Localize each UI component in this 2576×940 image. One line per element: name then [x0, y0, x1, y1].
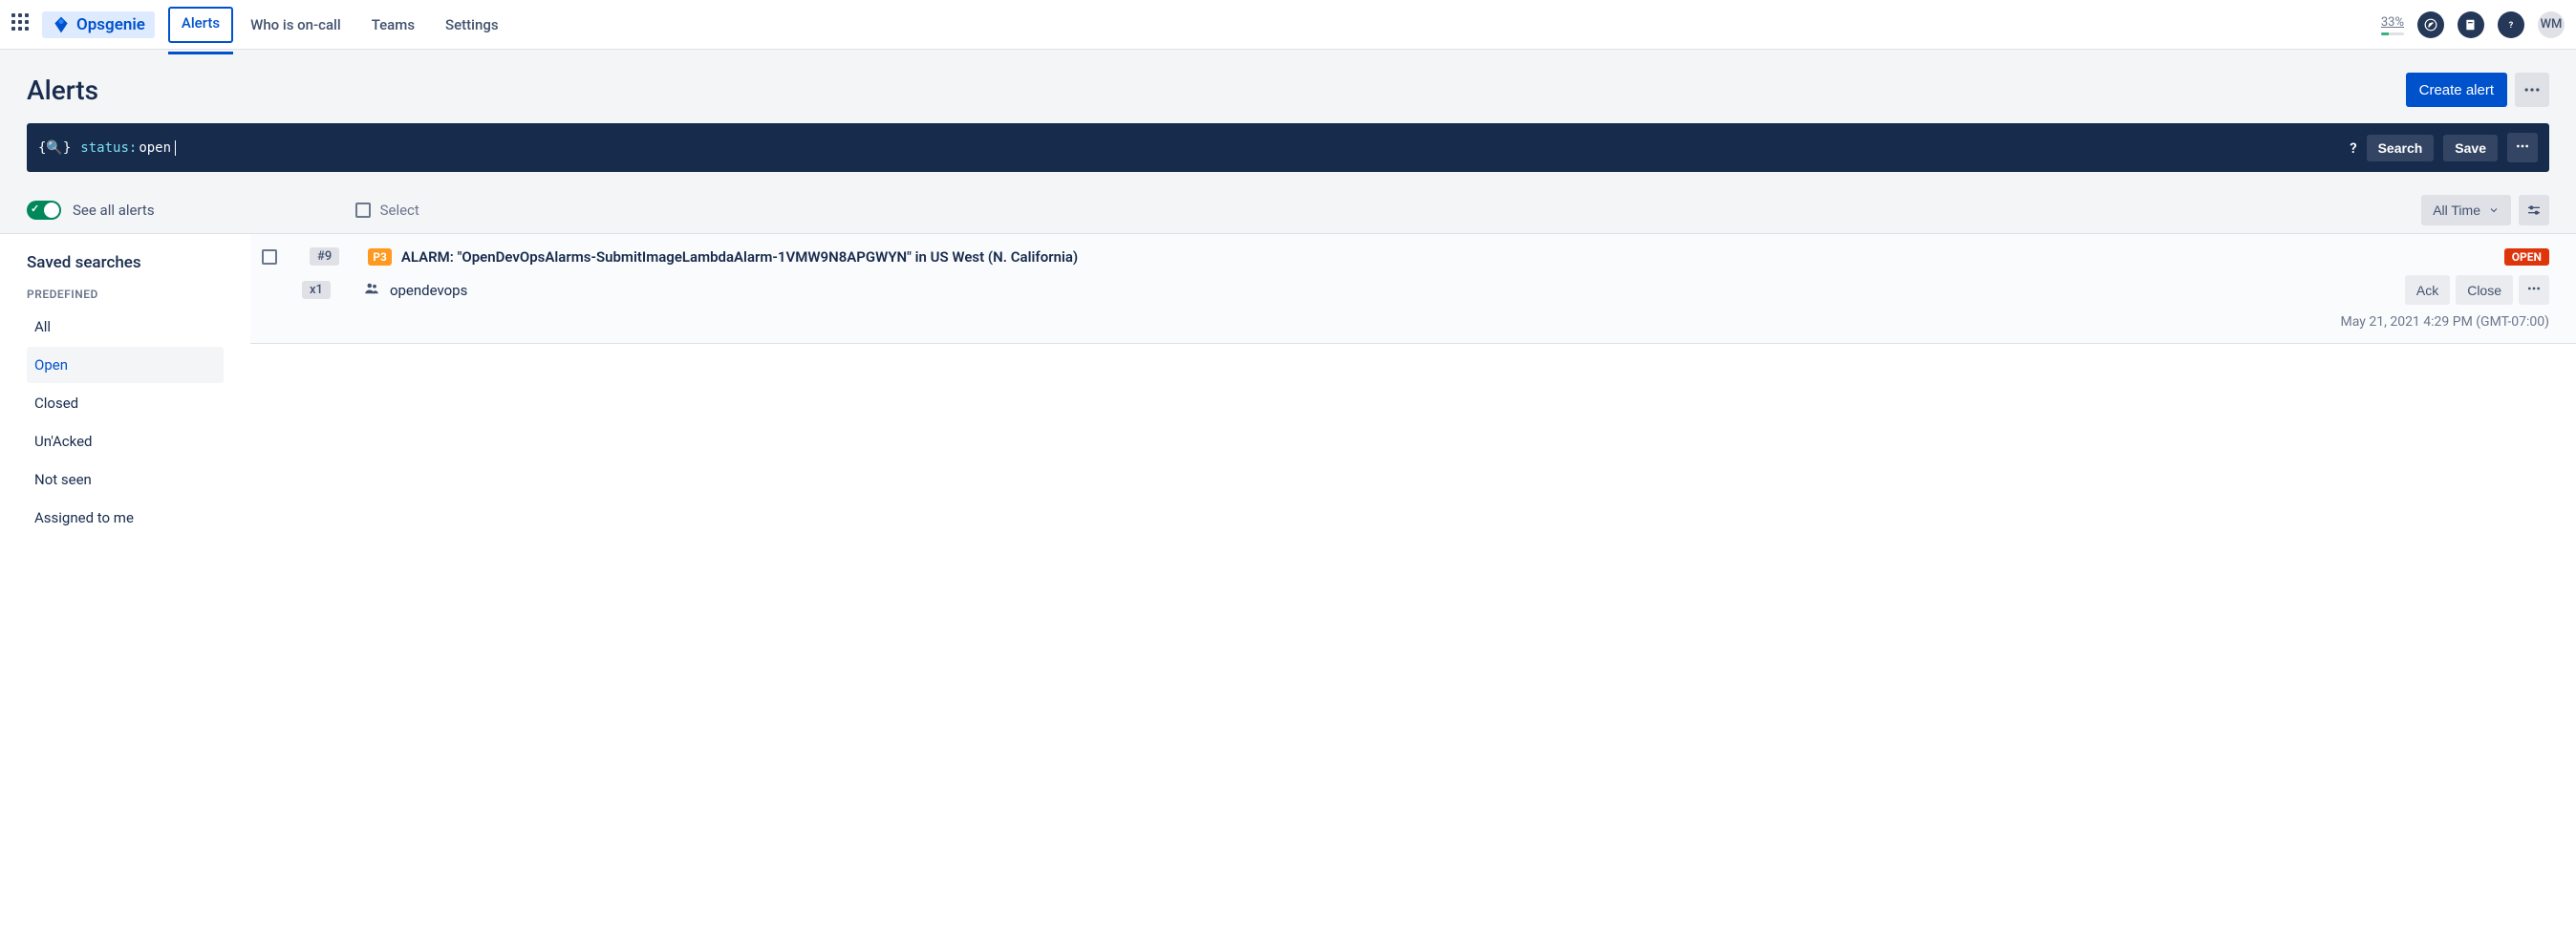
sidebar-item-unacked[interactable]: Un'Acked: [27, 423, 224, 459]
status-badge: OPEN: [2504, 248, 2549, 266]
app-switcher-icon[interactable]: [11, 13, 34, 36]
time-filter-dropdown[interactable]: All Time: [2421, 195, 2511, 225]
nav-tab-alerts[interactable]: Alerts: [168, 7, 233, 43]
sidebar-item-closed[interactable]: Closed: [27, 385, 224, 421]
priority-badge: P3: [368, 248, 392, 266]
brand-logo[interactable]: Opsgenie: [42, 11, 155, 38]
help-icon[interactable]: ?: [2498, 11, 2524, 38]
sidebar-item-open[interactable]: Open: [27, 347, 224, 383]
search-help-button[interactable]: ?: [2350, 139, 2356, 157]
select-label: Select: [380, 202, 419, 219]
nav-tab-settings[interactable]: Settings: [432, 1, 512, 49]
search-more-button[interactable]: [2507, 133, 2538, 162]
see-all-toggle[interactable]: [27, 201, 61, 220]
nav-tab-oncall[interactable]: Who is on-call: [237, 1, 354, 49]
alert-checkbox[interactable]: [262, 249, 277, 265]
quota-indicator[interactable]: 33%: [2381, 15, 2404, 33]
svg-text:?: ?: [2509, 19, 2514, 30]
notes-icon[interactable]: [2458, 11, 2484, 38]
sidebar-section-label: PREDEFINED: [27, 288, 224, 301]
search-button[interactable]: Search: [2367, 135, 2435, 161]
alert-id-badge: #9: [310, 247, 339, 266]
alert-row[interactable]: #9 P3 ALARM: "OpenDevOpsAlarms-SubmitIma…: [250, 234, 2576, 344]
team-name: opendevops: [390, 282, 467, 299]
alert-more-button[interactable]: [2519, 275, 2549, 305]
search-input[interactable]: status: open: [80, 140, 2340, 156]
sidebar-title: Saved searches: [27, 253, 224, 272]
save-search-button[interactable]: Save: [2443, 135, 2498, 161]
ack-button[interactable]: Ack: [2405, 275, 2450, 305]
sidebar-item-notseen[interactable]: Not seen: [27, 461, 224, 498]
avatar[interactable]: WM: [2538, 11, 2565, 38]
team-icon: [363, 280, 380, 301]
alert-title: ALARM: "OpenDevOpsAlarms-SubmitImageLamb…: [401, 248, 2495, 266]
brand-name: Opsgenie: [76, 15, 145, 34]
page-title: Alerts: [27, 75, 98, 106]
see-all-label: See all alerts: [73, 202, 155, 219]
sidebar-item-all[interactable]: All: [27, 309, 224, 345]
search-code-icon: {🔍}: [38, 140, 71, 156]
sidebar-item-assigned[interactable]: Assigned to me: [27, 500, 224, 536]
filter-settings-button[interactable]: [2519, 195, 2549, 225]
compass-icon[interactable]: [2417, 11, 2444, 38]
select-all-checkbox[interactable]: [355, 203, 371, 218]
opsgenie-icon: [52, 15, 71, 34]
alert-count-badge: x1: [302, 281, 331, 299]
create-alert-button[interactable]: Create alert: [2406, 73, 2507, 107]
close-alert-button[interactable]: Close: [2456, 275, 2513, 305]
nav-tabs: Alerts Who is on-call Teams Settings: [168, 1, 512, 49]
nav-tab-teams[interactable]: Teams: [358, 1, 428, 49]
alert-timestamp: May 21, 2021 4:29 PM (GMT-07:00): [262, 314, 2549, 330]
chevron-down-icon: [2488, 204, 2500, 216]
more-actions-button[interactable]: [2515, 73, 2549, 107]
search-bar: {🔍} status: open ? Search Save: [27, 123, 2549, 172]
